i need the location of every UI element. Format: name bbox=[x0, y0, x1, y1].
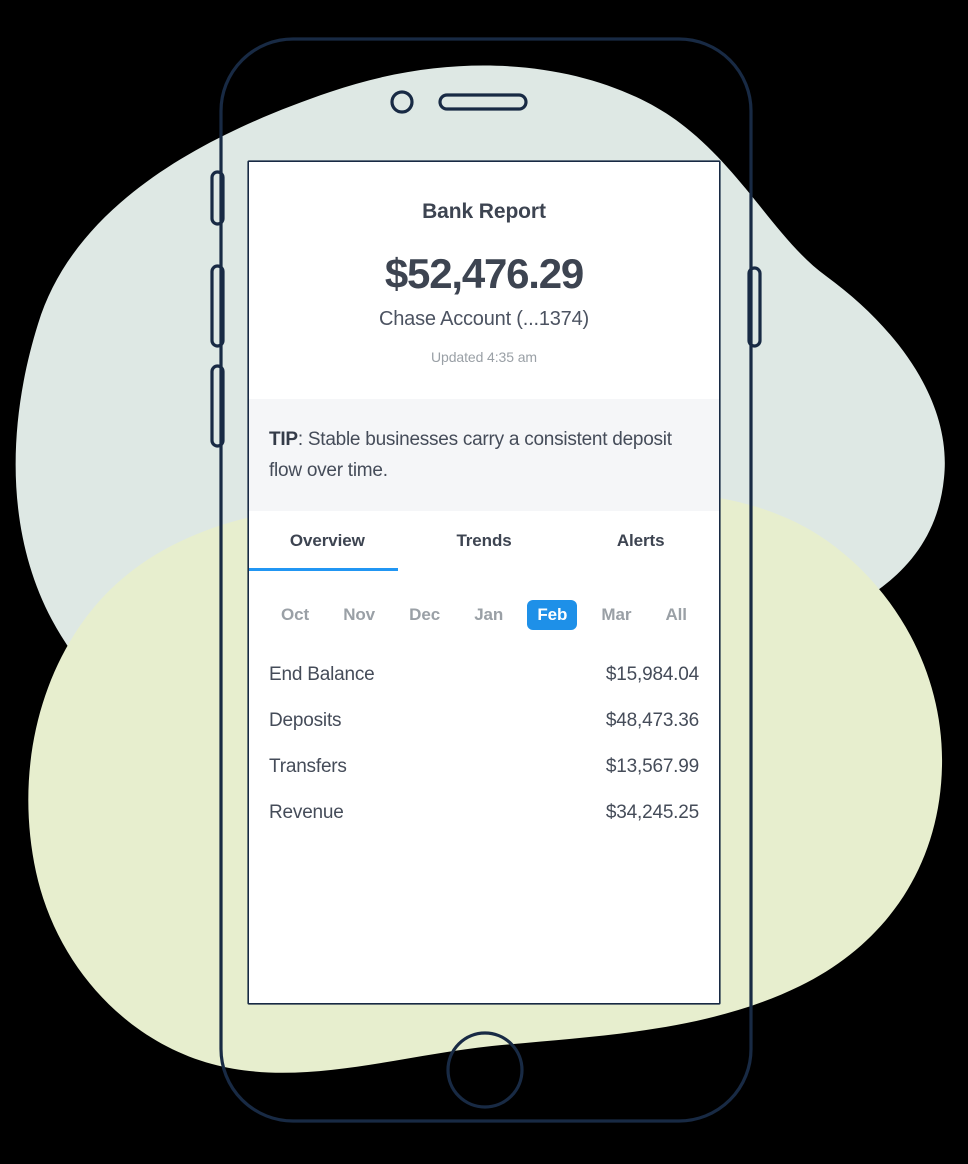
month-chip-dec[interactable]: Dec bbox=[399, 600, 450, 631]
tab-overview-label: Overview bbox=[289, 530, 365, 550]
tab-trends[interactable]: Trends bbox=[406, 511, 563, 571]
tab-overview[interactable]: Overview bbox=[249, 511, 406, 571]
table-row: Deposits $48,473.36 bbox=[269, 698, 699, 744]
tab-alerts[interactable]: Alerts bbox=[562, 511, 719, 571]
row-label-revenue: Revenue bbox=[269, 802, 344, 824]
row-label-deposits: Deposits bbox=[269, 710, 342, 732]
updated-timestamp: Updated 4:35 am bbox=[431, 349, 537, 366]
month-chip-mar[interactable]: Mar bbox=[591, 600, 641, 631]
table-row: End Balance $15,984.04 bbox=[269, 652, 699, 698]
row-value-revenue: $34,245.25 bbox=[605, 802, 699, 824]
home-button[interactable] bbox=[446, 1031, 524, 1109]
table-row: Transfers $13,567.99 bbox=[269, 744, 699, 790]
table-row: Revenue $34,245.25 bbox=[269, 790, 699, 836]
row-label-end-balance: End Balance bbox=[269, 664, 375, 686]
summary-list: End Balance $15,984.04 Deposits $48,473.… bbox=[249, 630, 719, 836]
month-chip-jan[interactable]: Jan bbox=[464, 600, 513, 631]
row-label-transfers: Transfers bbox=[269, 756, 347, 778]
balance-amount: $52,476.29 bbox=[384, 250, 584, 298]
page-title: Bank Report bbox=[422, 200, 546, 223]
tab-trends-label: Trends bbox=[456, 530, 512, 550]
tip-separator: : bbox=[297, 429, 308, 451]
row-value-deposits: $48,473.36 bbox=[605, 710, 699, 732]
month-filter-bar: Oct Nov Dec Jan Feb Mar All bbox=[249, 572, 719, 631]
row-value-end-balance: $15,984.04 bbox=[605, 664, 699, 686]
tip-text: Stable businesses carry a consistent dep… bbox=[269, 429, 672, 481]
earpiece-speaker-icon bbox=[438, 93, 528, 111]
front-camera-icon bbox=[390, 90, 414, 114]
report-header: Bank Report $52,476.29 Chase Account (..… bbox=[249, 162, 719, 366]
month-chip-oct[interactable]: Oct bbox=[271, 600, 319, 631]
phone-screen: Bank Report $52,476.29 Chase Account (..… bbox=[249, 162, 719, 1003]
month-chip-all[interactable]: All bbox=[655, 600, 696, 631]
tab-bar: Overview Trends Alerts bbox=[249, 510, 719, 572]
month-chip-feb[interactable]: Feb bbox=[527, 599, 578, 631]
page-canvas: Bank Report $52,476.29 Chase Account (..… bbox=[0, 0, 968, 1164]
tip-label: TIP bbox=[269, 429, 298, 451]
month-chip-nov[interactable]: Nov bbox=[333, 600, 385, 631]
tip-banner: TIP: Stable businesses carry a consisten… bbox=[249, 399, 719, 511]
account-name: Chase Account (...1374) bbox=[379, 308, 589, 331]
row-value-transfers: $13,567.99 bbox=[605, 756, 699, 778]
tab-alerts-label: Alerts bbox=[616, 530, 665, 550]
